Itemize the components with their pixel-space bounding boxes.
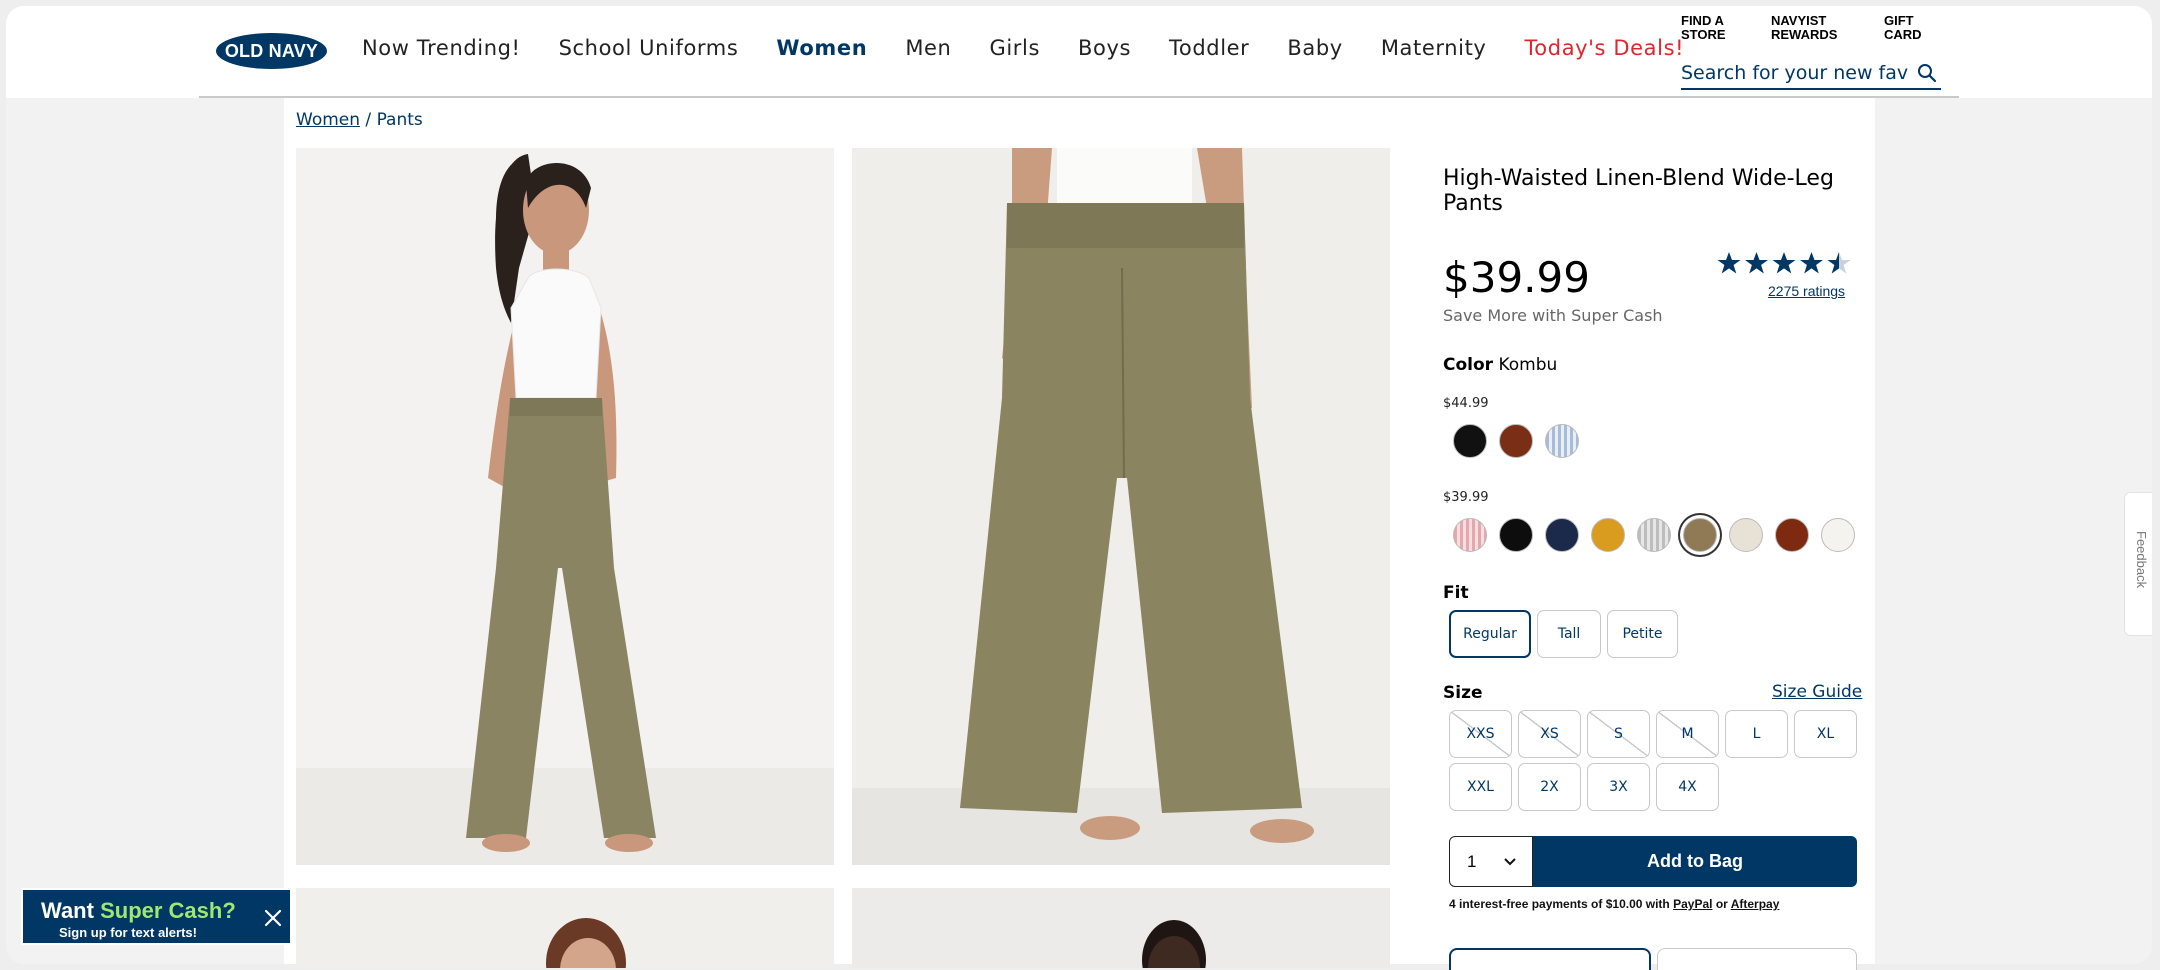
swatch-brown[interactable] <box>1775 518 1809 552</box>
tier-price-2: $39.99 <box>1443 490 1489 505</box>
nav-todays-deals[interactable]: Today's Deals! <box>1524 36 1684 60</box>
swatch-kombu-selected[interactable] <box>1683 518 1717 552</box>
swatch-grey-stripe[interactable] <box>1637 518 1671 552</box>
size-l-button[interactable]: L <box>1725 710 1788 758</box>
swatch-row-1 <box>1453 424 1579 458</box>
nav-boys[interactable]: Boys <box>1078 36 1131 60</box>
model-head-illustration <box>296 888 834 968</box>
promo-headline: Want Super Cash? <box>41 898 236 924</box>
swatch-row-2 <box>1453 518 1855 552</box>
old-navy-logo[interactable]: OLD NAVY <box>216 33 327 69</box>
search-icon[interactable] <box>1915 61 1939 85</box>
search-input[interactable]: Search for your new fave <box>1681 58 1941 90</box>
paypal-link[interactable]: PayPal <box>1673 897 1712 911</box>
pants-closeup-illustration <box>852 148 1390 865</box>
color-label-key: Color <box>1443 355 1494 375</box>
site-header: OLD NAVY Now Trending! School Uniforms W… <box>6 6 2152 98</box>
color-label: Color Kombu <box>1443 355 1557 375</box>
find-store-line2: STORE <box>1681 27 1726 42</box>
nav-now-trending[interactable]: Now Trending! <box>362 36 521 60</box>
nav-toddler[interactable]: Toddler <box>1169 36 1249 60</box>
swatch-blue-stripe[interactable] <box>1545 424 1579 458</box>
fit-label: Fit <box>1443 583 1469 603</box>
size-4x-button[interactable]: 4X <box>1656 763 1719 811</box>
promo-signup-text: Sign up for text alerts! <box>59 925 197 940</box>
size-3x-button[interactable]: 3X <box>1587 763 1650 811</box>
size-s-button[interactable]: S <box>1587 710 1650 758</box>
breadcrumb-current: Pants <box>376 110 423 130</box>
swatch-rust[interactable] <box>1499 424 1533 458</box>
rating-stars[interactable] <box>1717 251 1851 275</box>
swatch-navy[interactable] <box>1545 518 1579 552</box>
size-xs-button[interactable]: XS <box>1518 710 1581 758</box>
tier-price-1: $44.99 <box>1443 396 1489 411</box>
gift-line2: CARD <box>1884 27 1922 42</box>
model-front-illustration <box>296 148 834 865</box>
product-image-4[interactable] <box>852 888 1390 968</box>
nav-women[interactable]: Women <box>776 36 867 60</box>
swatch-white[interactable] <box>1821 518 1855 552</box>
nav-school-uniforms[interactable]: School Uniforms <box>559 36 739 60</box>
breadcrumb: Women / Pants <box>296 110 423 130</box>
ship-option-button[interactable] <box>1657 948 1857 970</box>
color-value: Kombu <box>1498 355 1558 375</box>
find-store-line1: FIND A <box>1681 13 1724 28</box>
installment-text: 4 interest-free payments of $10.00 with <box>1449 897 1670 911</box>
star-rating-icon <box>1717 252 1851 274</box>
fit-petite-button[interactable]: Petite <box>1607 610 1678 658</box>
swatch-black[interactable] <box>1453 424 1487 458</box>
quantity-value: 1 <box>1467 851 1477 871</box>
navyist-rewards-link[interactable]: NAVYIST REWARDS <box>1771 14 1837 42</box>
size-2x-button[interactable]: 2X <box>1518 763 1581 811</box>
breadcrumb-separator: / <box>360 110 377 130</box>
product-image-3[interactable] <box>296 888 834 968</box>
feedback-tab[interactable]: Feedback <box>2124 492 2152 636</box>
gift-line1: GIFT <box>1884 13 1914 28</box>
size-xxs-button[interactable]: XXS <box>1449 710 1512 758</box>
nav-men[interactable]: Men <box>905 36 951 60</box>
quantity-select[interactable]: 1 <box>1449 836 1533 887</box>
size-xxl-button[interactable]: XXL <box>1449 763 1512 811</box>
product-image-front[interactable] <box>296 148 834 865</box>
installment-or: or <box>1715 897 1728 911</box>
swatch-pink-stripe[interactable] <box>1453 518 1487 552</box>
super-cash-promo-banner[interactable]: Want Super Cash? Sign up for text alerts… <box>21 888 292 945</box>
swatch-black-2[interactable] <box>1499 518 1533 552</box>
add-to-bag-button[interactable]: Add to Bag <box>1533 836 1857 887</box>
size-guide-link[interactable]: Size Guide <box>1772 682 1862 702</box>
model-head-illustration-2 <box>852 888 1390 968</box>
gift-card-link[interactable]: GIFT CARD <box>1884 14 1922 42</box>
main-nav: Now Trending! School Uniforms Women Men … <box>362 36 1722 60</box>
size-xl-button[interactable]: XL <box>1794 710 1857 758</box>
feedback-label: Feedback <box>2134 531 2149 589</box>
installment-info: 4 interest-free payments of $10.00 with … <box>1449 897 1779 911</box>
pickup-option-button[interactable] <box>1449 948 1651 970</box>
nav-girls[interactable]: Girls <box>989 36 1040 60</box>
close-icon[interactable] <box>262 907 284 929</box>
rewards-line2: REWARDS <box>1771 27 1838 42</box>
size-m-button[interactable]: M <box>1656 710 1719 758</box>
search-placeholder: Search for your new fave <box>1681 62 1909 84</box>
nav-maternity[interactable]: Maternity <box>1381 36 1487 60</box>
ratings-count-link[interactable]: 2275 ratings <box>1768 283 1845 299</box>
product-image-side[interactable] <box>852 148 1390 865</box>
fit-regular-button[interactable]: Regular <box>1449 610 1531 658</box>
afterpay-link[interactable]: Afterpay <box>1731 897 1780 911</box>
fit-tall-button[interactable]: Tall <box>1537 610 1601 658</box>
super-cash-link[interactable]: Save More with Super Cash <box>1443 306 1663 325</box>
rewards-line1: NAVYIST <box>1771 13 1827 28</box>
breadcrumb-women[interactable]: Women <box>296 110 360 130</box>
swatch-oatmeal[interactable] <box>1729 518 1763 552</box>
chevron-down-icon <box>1504 858 1516 866</box>
nav-baby[interactable]: Baby <box>1287 36 1342 60</box>
promo-want: Want <box>41 898 94 923</box>
promo-super-cash: Super Cash? <box>100 898 236 923</box>
product-price: $39.99 <box>1443 253 1590 302</box>
find-store-link[interactable]: FIND A STORE <box>1681 14 1726 42</box>
swatch-mustard[interactable] <box>1591 518 1625 552</box>
size-label: Size <box>1443 683 1483 703</box>
product-title: High-Waisted Linen-Blend Wide-Leg Pants <box>1443 166 1834 216</box>
